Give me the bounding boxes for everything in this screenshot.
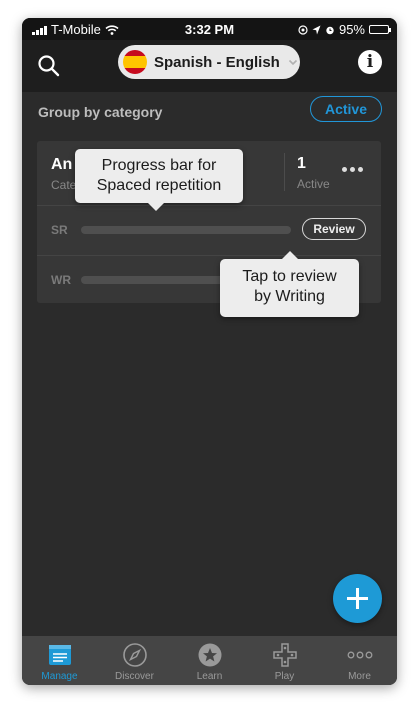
star-badge-icon bbox=[198, 643, 221, 667]
battery-percent: 95% bbox=[338, 22, 365, 37]
card-divider bbox=[284, 153, 285, 191]
language-pair-label: Spanish - English bbox=[154, 53, 280, 71]
screen-lock-icon bbox=[298, 24, 308, 35]
tooltip-wr-line-1: Tap to review bbox=[242, 268, 337, 285]
tab-learn[interactable]: Learn bbox=[172, 636, 247, 685]
tab-discover[interactable]: Discover bbox=[97, 636, 172, 685]
location-icon bbox=[312, 25, 321, 34]
battery-icon bbox=[369, 25, 391, 34]
sr-progress-bar bbox=[81, 226, 291, 234]
tooltip-wr-review: Tap to review by Writing bbox=[220, 251, 359, 317]
tooltip-sr-line-2: Spaced repetition bbox=[96, 177, 222, 194]
tooltip-sr-progress: Progress bar for Spaced repetition bbox=[75, 149, 243, 211]
tab-play-label: Play bbox=[274, 671, 295, 682]
status-right: 95% bbox=[298, 22, 391, 37]
plus-icon[interactable] bbox=[333, 574, 382, 623]
wr-label: WR bbox=[51, 273, 71, 287]
manage-icon bbox=[48, 645, 71, 665]
tab-discover-label: Discover bbox=[115, 671, 154, 682]
sr-row: SR Review bbox=[37, 205, 381, 254]
card-subtitle: Cate bbox=[51, 178, 77, 192]
group-row: Group by category Active bbox=[22, 92, 397, 134]
spain-flag-icon bbox=[123, 50, 147, 74]
app-screen: T-Mobile 3:32 PM 95% Spanish - English i… bbox=[22, 18, 397, 685]
tab-learn-label: Learn bbox=[196, 671, 223, 682]
more-options-icon[interactable] bbox=[342, 167, 363, 172]
tab-manage-label: Manage bbox=[41, 671, 78, 682]
chevron-down-icon bbox=[288, 59, 297, 66]
alarm-icon bbox=[326, 26, 334, 34]
card-title: An bbox=[51, 156, 73, 173]
gamepad-icon bbox=[272, 643, 297, 667]
active-count: 1 bbox=[297, 155, 306, 172]
info-icon[interactable]: i bbox=[358, 50, 382, 74]
search-icon[interactable] bbox=[36, 53, 62, 79]
tooltip-sr-line-1: Progress bar for bbox=[101, 157, 217, 174]
more-dots-icon bbox=[347, 651, 372, 659]
top-navigation-bar: Spanish - English i bbox=[22, 40, 397, 92]
tab-manage[interactable]: Manage bbox=[22, 636, 97, 685]
tab-more[interactable]: More bbox=[322, 636, 397, 685]
status-bar: T-Mobile 3:32 PM 95% bbox=[22, 18, 397, 40]
bottom-tab-bar: Manage Discover Learn Play More bbox=[22, 636, 397, 685]
tooltip-wr-line-2: by Writing bbox=[254, 288, 325, 305]
group-by-category-label: Group by category bbox=[38, 104, 163, 120]
sr-label: SR bbox=[51, 223, 68, 237]
active-count-label: Active bbox=[297, 177, 330, 191]
tab-more-label: More bbox=[348, 671, 371, 682]
language-pair-selector[interactable]: Spanish - English bbox=[118, 45, 300, 79]
sr-review-button[interactable]: Review bbox=[302, 218, 366, 240]
active-filter-button[interactable]: Active bbox=[310, 96, 382, 122]
tab-play[interactable]: Play bbox=[247, 636, 322, 685]
compass-icon bbox=[122, 643, 147, 667]
